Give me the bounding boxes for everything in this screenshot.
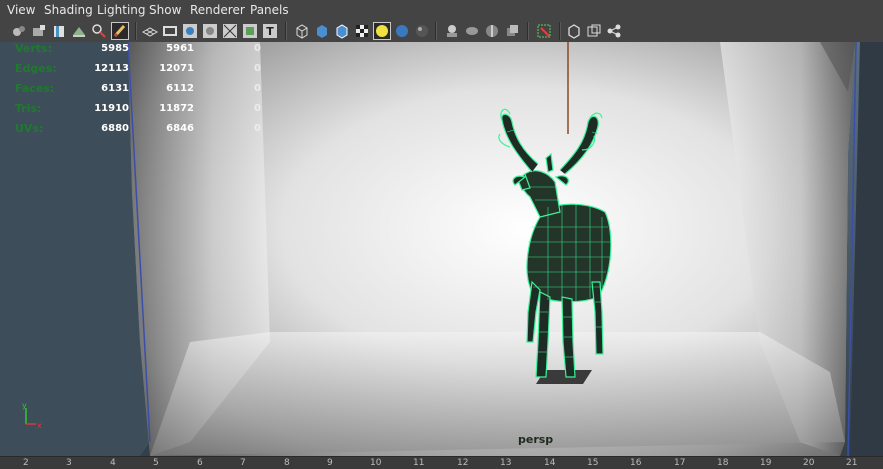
wireframe-icon[interactable] — [294, 23, 310, 39]
axis-gizmo-icon: y x — [22, 401, 42, 430]
camera-select-icon[interactable] — [11, 23, 27, 39]
field-chart-icon[interactable] — [222, 23, 238, 39]
hud-tris-value-1: 11910 — [94, 103, 129, 114]
hud-uvs-value-1: 6880 — [101, 123, 129, 134]
camera-attributes-icon[interactable] — [31, 23, 47, 39]
svg-text:T: T — [266, 25, 274, 38]
xray-active-components-icon[interactable] — [586, 23, 602, 39]
ruler-tick: 18 — [717, 458, 729, 468]
textured-icon[interactable] — [354, 23, 370, 39]
ruler-tick: 11 — [413, 458, 425, 468]
menu-lighting[interactable]: Lighting — [97, 3, 146, 17]
hud-label-uvs: UVs: — [15, 122, 44, 135]
ruler-tick: 19 — [760, 458, 772, 468]
axis-label-x: x — [37, 421, 42, 430]
resolution-gate-icon[interactable] — [182, 23, 198, 39]
xray-icon[interactable] — [536, 23, 552, 39]
hud-label-edges: Edges: — [15, 62, 57, 75]
menu-shading[interactable]: Shading — [44, 3, 93, 17]
use-lights-icon[interactable] — [373, 22, 391, 40]
time-slider-ruler[interactable]: 2 3 4 5 6 7 8 9 10 11 12 13 14 15 16 17 … — [0, 456, 883, 469]
hud-edges-value-3: 0 — [254, 63, 261, 74]
ruler-tick: 6 — [197, 458, 203, 468]
grease-pencil-icon[interactable] — [111, 22, 129, 40]
ruler-tick: 7 — [240, 458, 246, 468]
hud-uvs-value-3: 0 — [254, 123, 261, 134]
hud-faces-value-2: 6112 — [166, 83, 194, 94]
hud-faces-value-3: 0 — [254, 83, 261, 94]
bookmarks-icon[interactable] — [51, 23, 67, 39]
ruler-tick: 3 — [66, 458, 72, 468]
ruler-tick: 10 — [370, 458, 382, 468]
two-d-pan-zoom-icon[interactable] — [91, 23, 107, 39]
menu-panels[interactable]: Panels — [250, 3, 289, 17]
safe-title-icon[interactable]: T — [262, 23, 278, 39]
ruler-tick: 5 — [153, 458, 159, 468]
hud-label-verts: Verts: — [15, 42, 53, 55]
hud-label-faces: Faces: — [15, 82, 55, 95]
isolate-select-icon[interactable] — [504, 23, 520, 39]
hud-verts-value-2: 5961 — [166, 43, 194, 54]
ruler-tick: 16 — [630, 458, 642, 468]
camera-name-label: persp — [518, 433, 554, 446]
film-gate-icon[interactable] — [162, 23, 178, 39]
hud-edges-value-1: 12113 — [94, 63, 129, 74]
grid-icon[interactable] — [142, 23, 158, 39]
ruler-tick: 12 — [457, 458, 469, 468]
hud-uvs-value-2: 6846 — [166, 123, 194, 134]
menu-renderer[interactable]: Renderer — [190, 3, 245, 17]
depth-of-field-icon[interactable] — [484, 23, 500, 39]
panel-toolbar: T — [0, 20, 883, 43]
scene-render — [0, 42, 883, 456]
xray-joints-icon[interactable] — [566, 23, 582, 39]
menu-show[interactable]: Show — [149, 3, 181, 17]
menu-view[interactable]: View — [7, 3, 35, 17]
ruler-tick: 9 — [327, 458, 333, 468]
ruler-tick: 21 — [846, 458, 858, 468]
ruler-tick: 15 — [587, 458, 599, 468]
image-plane-icon[interactable] — [71, 23, 87, 39]
ruler-tick: 13 — [500, 458, 512, 468]
ruler-tick: 14 — [544, 458, 556, 468]
node-editor-icon[interactable] — [606, 23, 622, 39]
wireframe-on-shaded-icon[interactable] — [334, 23, 350, 39]
panel-menu-bar: View Shading Lighting Show Renderer Pane… — [0, 0, 883, 20]
hud-tris-value-3: 0 — [254, 103, 261, 114]
ruler-tick: 17 — [674, 458, 686, 468]
hud-edges-value-2: 12071 — [159, 63, 194, 74]
smooth-shade-icon[interactable] — [314, 23, 330, 39]
hud-tris-value-2: 11872 — [159, 103, 194, 114]
hud-verts-value-1: 5985 — [101, 43, 129, 54]
multisample-aa-icon[interactable] — [464, 23, 480, 39]
gate-mask-icon[interactable] — [202, 23, 218, 39]
motion-blur-icon[interactable] — [444, 23, 460, 39]
ruler-tick: 8 — [284, 458, 290, 468]
safe-action-icon[interactable] — [242, 23, 258, 39]
perspective-viewport[interactable]: Verts: 5985 5961 0 Edges: 12113 12071 0 … — [0, 42, 883, 456]
hud-faces-value-1: 6131 — [101, 83, 129, 94]
ruler-tick: 20 — [803, 458, 815, 468]
ruler-tick: 2 — [23, 458, 29, 468]
axis-label-y: y — [22, 401, 27, 410]
screen-space-ao-icon[interactable] — [414, 23, 430, 39]
ruler-tick: 4 — [110, 458, 116, 468]
hud-label-tris: Tris: — [15, 102, 42, 115]
hud-verts-value-3: 0 — [254, 43, 261, 54]
shadows-icon[interactable] — [394, 23, 410, 39]
